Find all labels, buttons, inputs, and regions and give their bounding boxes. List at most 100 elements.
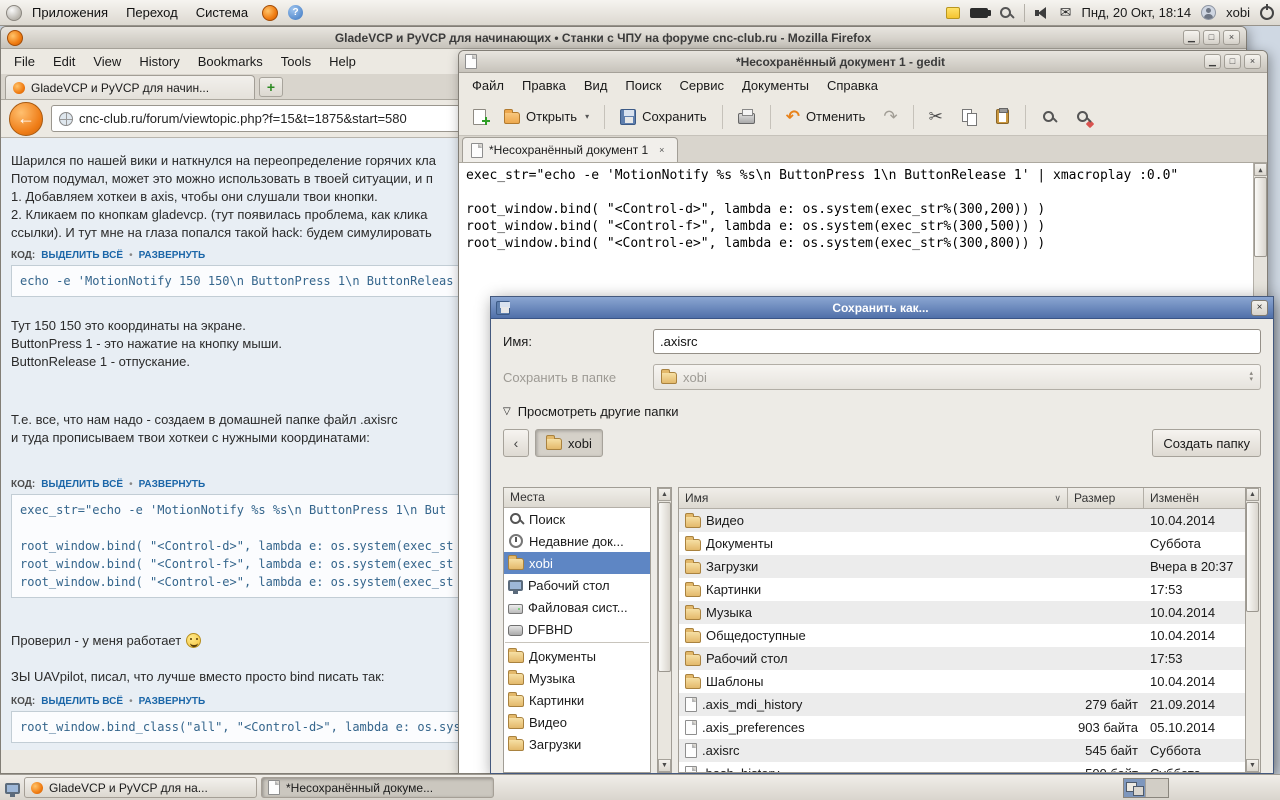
place-documents[interactable]: Документы	[504, 645, 650, 667]
gedit-menu-help[interactable]: Справка	[818, 75, 887, 96]
new-document-button[interactable]	[465, 102, 494, 132]
column-name[interactable]: Имя ∨	[679, 488, 1068, 509]
file-row[interactable]: Документы Суббота	[679, 532, 1245, 555]
copy-button[interactable]	[953, 102, 985, 132]
combo-stepper-icon[interactable]: ▴ ▾	[1249, 370, 1253, 383]
file-row[interactable]: Общедоступные 10.04.2014	[679, 624, 1245, 647]
scroll-up-icon[interactable]: ▲	[658, 488, 671, 501]
filename-input[interactable]	[653, 329, 1261, 354]
minimize-icon[interactable]: ▁	[1204, 54, 1221, 69]
select-all-link[interactable]: ВЫДЕЛИТЬ ВСЁ	[41, 479, 123, 490]
firefox-titlebar[interactable]: GladeVCP и PyVCP для начинающих • Станки…	[1, 27, 1246, 49]
file-row[interactable]: Музыка 10.04.2014	[679, 601, 1245, 624]
file-row[interactable]: Картинки 17:53	[679, 578, 1245, 601]
task-gedit[interactable]: *Несохранённый докуме...	[261, 777, 494, 798]
battery-icon[interactable]	[969, 7, 991, 18]
file-row[interactable]: .bash_history500 байтСуббота	[679, 762, 1245, 772]
open-button[interactable]: Открыть ▾	[496, 102, 597, 132]
path-back-button[interactable]: ‹	[503, 429, 529, 457]
file-list-scrollbar[interactable]: ▲ ▼	[1245, 488, 1260, 772]
place-search[interactable]: Поиск	[504, 508, 650, 530]
file-row[interactable]: Загрузки Вчера в 20:37	[679, 555, 1245, 578]
firefox-launcher-icon[interactable]	[262, 4, 279, 21]
scroll-down-icon[interactable]: ▼	[658, 759, 671, 772]
place-pictures[interactable]: Картинки	[504, 689, 650, 711]
replace-button[interactable]	[1067, 102, 1099, 132]
menu-help[interactable]: Help	[320, 51, 365, 72]
mail-icon[interactable]: ✉	[1060, 4, 1072, 21]
paste-button[interactable]	[987, 102, 1018, 132]
file-row[interactable]: .axis_preferences 903 байта 05.10.2014	[679, 716, 1245, 739]
expand-link[interactable]: РАЗВЕРНУТЬ	[139, 250, 206, 261]
place-filesystem[interactable]: Файловая сист...	[504, 596, 650, 618]
menu-applications[interactable]: Приложения	[24, 2, 116, 23]
workspace-1[interactable]	[1124, 778, 1146, 797]
column-modified[interactable]: Изменён	[1144, 488, 1245, 509]
maximize-icon[interactable]: □	[1224, 54, 1241, 69]
notes-tray-icon[interactable]	[945, 6, 960, 19]
select-all-link[interactable]: ВЫДЕЛИТЬ ВСЁ	[41, 696, 123, 707]
place-downloads[interactable]: Загрузки	[504, 733, 650, 755]
print-button[interactable]	[730, 102, 763, 132]
tab-close-icon[interactable]: ×	[654, 143, 669, 158]
gedit-menu-file[interactable]: Файл	[463, 75, 513, 96]
menu-view[interactable]: View	[84, 51, 130, 72]
expand-link[interactable]: РАЗВЕРНУТЬ	[139, 696, 206, 707]
scroll-up-icon[interactable]: ▲	[1246, 488, 1259, 501]
user-icon[interactable]	[1201, 5, 1217, 20]
undo-button[interactable]: ↶ Отменить	[778, 102, 874, 132]
minimize-icon[interactable]: ▁	[1183, 30, 1200, 45]
menu-file[interactable]: File	[5, 51, 44, 72]
maximize-icon[interactable]: □	[1203, 30, 1220, 45]
close-icon[interactable]: ×	[1251, 299, 1268, 316]
search-tray-icon[interactable]	[998, 5, 1014, 21]
find-button[interactable]	[1033, 102, 1065, 132]
redo-button[interactable]: ↷	[875, 102, 905, 132]
workspace-2[interactable]	[1146, 778, 1168, 797]
back-button[interactable]: ←	[9, 101, 43, 136]
place-music[interactable]: Музыка	[504, 667, 650, 689]
scrollbar-thumb[interactable]	[1246, 502, 1259, 612]
show-desktop-icon[interactable]	[5, 782, 20, 797]
file-row[interactable]: Видео 10.04.2014	[679, 509, 1245, 532]
gedit-menu-documents[interactable]: Документы	[733, 75, 818, 96]
gedit-menu-view[interactable]: Вид	[575, 75, 617, 96]
task-firefox[interactable]: GladeVCP и PyVCP для на...	[24, 777, 257, 798]
menu-tools[interactable]: Tools	[272, 51, 320, 72]
gedit-menu-tools[interactable]: Сервис	[670, 75, 733, 96]
gedit-menu-edit[interactable]: Правка	[513, 75, 575, 96]
file-row[interactable]: Шаблоны 10.04.2014	[679, 670, 1245, 693]
file-row[interactable]: .axis_mdi_history 279 байт 21.09.2014	[679, 693, 1245, 716]
place-home[interactable]: xobi	[504, 552, 650, 574]
menu-places[interactable]: Переход	[118, 2, 186, 23]
scroll-down-icon[interactable]: ▼	[1246, 759, 1259, 772]
file-row[interactable]: Рабочий стол 17:53	[679, 647, 1245, 670]
path-segment-button[interactable]: xobi	[535, 429, 603, 457]
distro-menu-icon[interactable]	[6, 4, 22, 21]
menu-edit[interactable]: Edit	[44, 51, 84, 72]
volume-icon[interactable]	[1034, 6, 1050, 20]
clock[interactable]: Пнд, 20 Окт, 18:14	[1082, 5, 1192, 20]
scrollbar-thumb[interactable]	[1254, 177, 1267, 257]
place-dfbhd[interactable]: DFBHD	[504, 618, 650, 640]
dialog-titlebar[interactable]: Сохранить как... ×	[491, 297, 1273, 319]
place-desktop[interactable]: Рабочий стол	[504, 574, 650, 596]
place-videos[interactable]: Видео	[504, 711, 650, 733]
browse-other-folders-expander[interactable]: ▽ Просмотреть другие папки	[503, 404, 1261, 419]
close-icon[interactable]: ×	[1244, 54, 1261, 69]
new-tab-button[interactable]: +	[259, 77, 283, 97]
browser-tab[interactable]: GladeVCP и PyVCP для начин...	[5, 75, 255, 99]
menu-history[interactable]: History	[130, 51, 188, 72]
workspace-switcher[interactable]	[1123, 777, 1169, 798]
column-size[interactable]: Размер	[1068, 488, 1144, 509]
menu-system[interactable]: Система	[188, 2, 256, 23]
place-recent[interactable]: Недавние док...	[504, 530, 650, 552]
scroll-up-icon[interactable]: ▲	[1254, 163, 1267, 176]
close-icon[interactable]: ×	[1223, 30, 1240, 45]
places-scrollbar[interactable]: ▲ ▼	[657, 487, 672, 773]
expand-link[interactable]: РАЗВЕРНУТЬ	[139, 479, 206, 490]
file-row[interactable]: .axisrc 545 байт Суббота	[679, 739, 1245, 762]
save-in-folder-combo[interactable]: xobi ▴ ▾	[653, 364, 1261, 390]
document-tab[interactable]: *Несохранённый документ 1 ×	[462, 137, 679, 162]
create-folder-button[interactable]: Создать папку	[1152, 429, 1261, 457]
